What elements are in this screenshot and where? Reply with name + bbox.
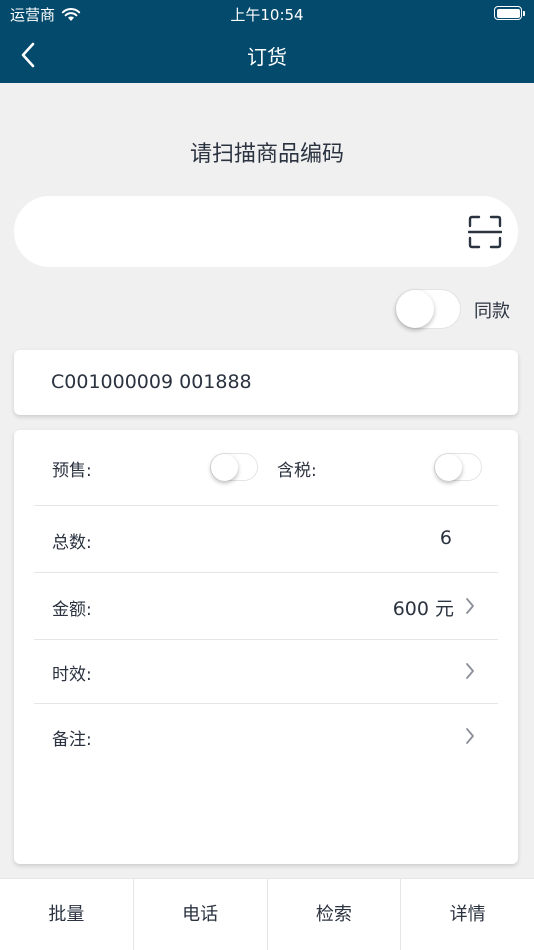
nav-bar: 订货 bbox=[0, 28, 534, 83]
total-row: 总数: 6 bbox=[34, 506, 498, 573]
presale-tax-row: 预售: 含税: bbox=[34, 430, 498, 506]
remark-row[interactable]: 备注: bbox=[34, 704, 498, 768]
status-bar: 运营商 上午10:54 bbox=[0, 0, 534, 28]
scan-input-container bbox=[14, 196, 518, 267]
total-label: 总数: bbox=[52, 533, 92, 553]
same-style-label: 同款 bbox=[474, 301, 510, 322]
page-title: 订货 bbox=[247, 45, 287, 69]
tab-phone[interactable]: 电话 bbox=[134, 879, 268, 950]
status-time: 上午10:54 bbox=[230, 6, 304, 24]
amount-label: 金额: bbox=[52, 600, 92, 620]
toggle-knob bbox=[435, 454, 462, 481]
same-style-toggle[interactable] bbox=[395, 289, 461, 329]
tab-search[interactable]: 检索 bbox=[268, 879, 402, 950]
product-code: C001000009 001888 bbox=[51, 371, 252, 393]
chevron-right-icon bbox=[466, 728, 474, 744]
timeliness-row[interactable]: 时效: bbox=[34, 640, 498, 704]
presale-toggle[interactable] bbox=[210, 453, 258, 481]
product-code-card: C001000009 001888 bbox=[14, 350, 518, 415]
bottom-tab-bar: 批量 电话 检索 详情 bbox=[0, 878, 534, 950]
amount-row[interactable]: 金额: 600 元 bbox=[34, 573, 498, 640]
tax-label: 含税: bbox=[277, 461, 317, 481]
tab-details[interactable]: 详情 bbox=[401, 879, 534, 950]
chevron-right-icon bbox=[466, 598, 474, 614]
scan-title: 请扫描商品编码 bbox=[189, 142, 344, 167]
toggle-knob bbox=[211, 454, 238, 481]
scan-icon[interactable] bbox=[468, 215, 502, 249]
product-code-input[interactable] bbox=[38, 196, 458, 267]
battery-icon bbox=[494, 6, 525, 20]
chevron-right-icon bbox=[466, 663, 474, 679]
toggle-knob bbox=[396, 290, 434, 328]
order-detail-card: 预售: 含税: 总数: 6 金额: 600 元 时效: 备注: bbox=[14, 430, 518, 864]
tax-toggle[interactable] bbox=[434, 453, 482, 481]
amount-value: 600 元 bbox=[392, 598, 454, 620]
total-value: 6 bbox=[439, 527, 452, 549]
timeliness-label: 时效: bbox=[52, 665, 92, 685]
remark-label: 备注: bbox=[52, 730, 92, 750]
tab-batch[interactable]: 批量 bbox=[0, 879, 134, 950]
presale-label: 预售: bbox=[52, 461, 92, 481]
